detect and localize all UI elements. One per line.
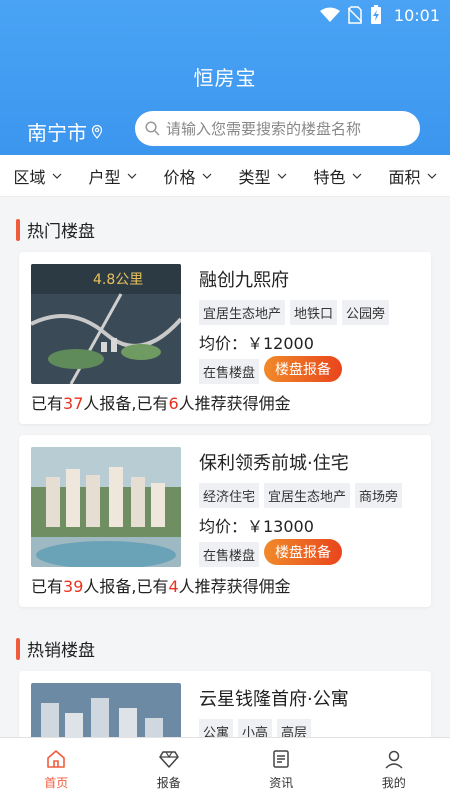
listing-price: 均价：￥13000 — [199, 517, 314, 536]
listing-card[interactable]: 保利领秀前城·住宅 经济住宅 宜居生态地产 商场旁 均价：￥13000 在售楼盘… — [19, 435, 431, 607]
filter-label: 类型 — [238, 167, 271, 187]
filter-label: 户型 — [88, 167, 121, 187]
filter-bar: 区域 户型 价格 类型 特色 面积 — [0, 155, 450, 197]
city-label: 南宁市 — [27, 121, 87, 145]
sale-status-tag: 在售楼盘 — [199, 359, 260, 384]
reported-count: 37 — [63, 394, 84, 413]
chevron-down-icon — [277, 173, 286, 179]
no-sim-icon — [347, 6, 362, 24]
listing-tags: 宜居生态地产 地铁口 公园旁 — [199, 300, 390, 325]
report-button[interactable]: 楼盘报备 — [264, 356, 342, 382]
tab-mine[interactable]: 我的 — [338, 738, 450, 800]
listing-tag: 宜居生态地产 — [199, 300, 286, 325]
tab-news[interactable]: 资讯 — [225, 738, 338, 800]
filter-label: 面积 — [388, 167, 421, 187]
chevron-down-icon — [127, 173, 136, 179]
section-title-text: 热门楼盘 — [27, 222, 95, 242]
listing-tag: 地铁口 — [290, 300, 338, 325]
listing-price: 均价：￥12000 — [199, 334, 314, 353]
listing-tag: 公园旁 — [342, 300, 390, 325]
stats-text: 人推荐获得佣金 — [178, 394, 291, 413]
search-placeholder: 请输入您需要搜索的楼盘名称 — [166, 120, 362, 138]
listing-tag: 经济住宅 — [199, 483, 260, 508]
user-icon — [385, 750, 403, 769]
listing-tags: 经济住宅 宜居生态地产 商场旁 — [199, 483, 403, 508]
search-icon — [145, 121, 160, 136]
filter-area[interactable]: 面积 — [388, 164, 436, 188]
app-title: 恒房宝 — [193, 66, 257, 90]
stats-text: 人报备,已有 — [83, 577, 169, 596]
search-input[interactable]: 请输入您需要搜索的楼盘名称 — [135, 111, 420, 146]
hot-section-title: 热门楼盘 — [16, 217, 95, 242]
chevron-down-icon — [352, 173, 361, 179]
image-overlay-text: 4.8公里 — [93, 272, 143, 288]
filter-layout[interactable]: 户型 — [88, 164, 136, 188]
tab-label: 我的 — [381, 775, 406, 790]
recommended-count: 6 — [168, 394, 179, 413]
filter-label: 特色 — [313, 167, 346, 187]
listing-tag: 宜居生态地产 — [264, 483, 351, 508]
recommended-count: 4 — [168, 577, 179, 596]
filter-label: 价格 — [163, 167, 196, 187]
home-icon — [47, 749, 66, 768]
wifi-icon — [319, 7, 340, 22]
tab-label: 首页 — [44, 775, 69, 790]
filter-label: 区域 — [13, 167, 46, 187]
tab-home[interactable]: 首页 — [0, 738, 113, 800]
listing-card[interactable]: 4.8公里 融创九熙府 宜居生态地产 地铁口 公园旁 均价：￥12000 在售楼… — [19, 252, 431, 424]
listing-image: 4.8公里 — [31, 264, 181, 384]
sale-status-tag: 在售楼盘 — [199, 542, 260, 567]
stats-text: 已有 — [31, 577, 64, 596]
battery-charging-icon — [370, 5, 381, 24]
bottom-tab-bar: 首页 报备 资讯 我的 — [0, 737, 450, 800]
header: 10:01 恒房宝 南宁市 请输入您需要搜索的楼盘名称 — [0, 0, 450, 155]
selling-section-title: 热销楼盘 — [16, 636, 95, 661]
status-bar: 10:01 — [0, 0, 450, 32]
tab-report[interactable]: 报备 — [113, 738, 226, 800]
tab-label: 资讯 — [269, 775, 294, 790]
listing-stats: 已有37人报备,已有6人推荐获得佣金 — [31, 390, 291, 414]
diamond-icon — [159, 750, 179, 768]
chevron-down-icon — [427, 173, 436, 179]
location-pin-icon — [91, 124, 103, 139]
filter-price[interactable]: 价格 — [163, 164, 211, 188]
stats-text: 人报备,已有 — [83, 394, 169, 413]
listing-stats: 已有39人报备,已有4人推荐获得佣金 — [31, 573, 291, 597]
filter-feature[interactable]: 特色 — [313, 164, 361, 188]
section-accent-bar — [16, 218, 20, 241]
reported-count: 39 — [63, 577, 84, 596]
listing-image — [31, 447, 181, 567]
section-accent-bar — [16, 637, 20, 660]
stats-text: 人推荐获得佣金 — [178, 577, 291, 596]
status-time: 10:01 — [393, 5, 440, 25]
filter-region[interactable]: 区域 — [13, 164, 61, 188]
stats-text: 已有 — [31, 394, 64, 413]
filter-type[interactable]: 类型 — [238, 164, 286, 188]
listing-name: 云星钱隆首府·公寓 — [199, 689, 349, 710]
report-button[interactable]: 楼盘报备 — [264, 539, 342, 565]
section-title-text: 热销楼盘 — [27, 641, 95, 661]
tab-label: 报备 — [156, 775, 181, 790]
chevron-down-icon — [52, 173, 61, 179]
news-icon — [273, 749, 289, 768]
listing-name: 融创九熙府 — [199, 270, 289, 291]
listing-name: 保利领秀前城·住宅 — [199, 453, 349, 474]
city-selector[interactable]: 南宁市 — [27, 117, 103, 146]
chevron-down-icon — [202, 173, 211, 179]
status-icons: 10:01 — [319, 5, 440, 25]
listing-tag: 商场旁 — [355, 483, 403, 508]
